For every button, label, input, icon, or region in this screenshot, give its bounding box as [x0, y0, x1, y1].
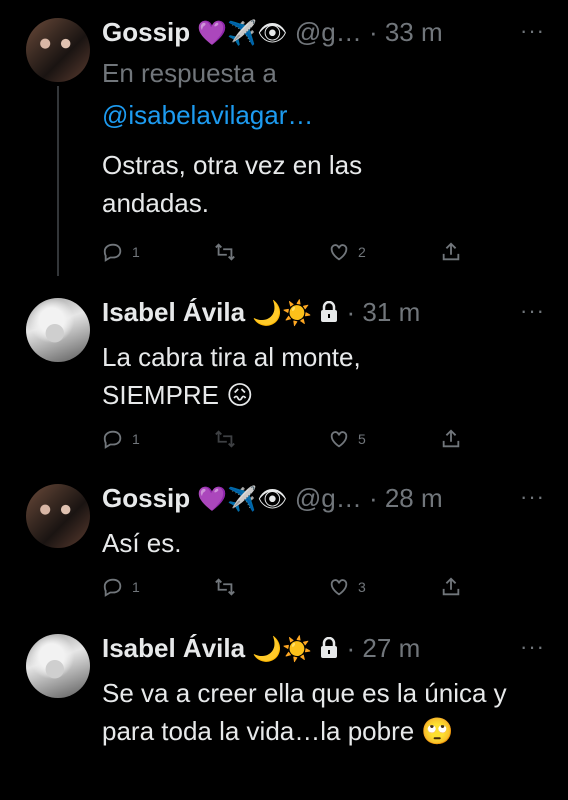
- share-icon: [442, 577, 460, 596]
- like-count: 2: [358, 244, 366, 260]
- reply-mention-link[interactable]: @isabelavilagar…: [102, 100, 313, 130]
- tweet-text: Así es.: [102, 528, 182, 558]
- avatar[interactable]: [26, 484, 90, 548]
- retweet-icon: [215, 430, 235, 448]
- tweet-header: Isabel Ávila 🌙☀️ · 27 m: [102, 633, 528, 665]
- tweet-header: Isabel Ávila 🌙☀️ · 31 m: [102, 297, 528, 329]
- share-icon: [442, 242, 460, 261]
- display-name[interactable]: Isabel Ávila: [102, 633, 245, 663]
- handle[interactable]: @g…: [295, 483, 362, 513]
- retweet-icon: [215, 578, 235, 596]
- avatar[interactable]: [26, 298, 90, 362]
- action-bar: 1 3: [102, 576, 462, 600]
- tweet-3[interactable]: Gossip 💜✈️👁 @g… · 28 m ··· Así es. 1 3: [0, 466, 568, 616]
- heart-icon: [330, 431, 348, 448]
- reply-button[interactable]: 1: [102, 428, 140, 450]
- like-button[interactable]: 2: [328, 241, 366, 263]
- action-bar: 1 2: [102, 241, 462, 265]
- heart-icon: [330, 579, 348, 596]
- tweet-header: Gossip 💜✈️👁 @g… · 28 m: [102, 483, 528, 515]
- tweet-1[interactable]: Gossip 💜✈️👁 @g… · 33 m ··· En respuesta …: [0, 0, 568, 280]
- tweet-text: Ostras, otra vez en las andadas.: [102, 150, 363, 218]
- avatar[interactable]: [26, 634, 90, 698]
- action-bar: 1 5: [102, 428, 462, 452]
- reply-button[interactable]: 1: [102, 576, 140, 598]
- retweet-icon: [215, 243, 235, 261]
- reply-button[interactable]: 1: [102, 241, 140, 263]
- reply-count: 1: [132, 579, 140, 595]
- reply-icon: [103, 430, 122, 449]
- timestamp[interactable]: · 27 m: [347, 633, 421, 663]
- more-options-icon[interactable]: ···: [520, 634, 545, 660]
- tweet-text: La cabra tira al monte, SIEMPRE 😖: [102, 342, 361, 410]
- like-count: 3: [358, 579, 366, 595]
- name-emojis: 🌙☀️: [252, 636, 313, 664]
- retweet-button[interactable]: [214, 576, 244, 598]
- display-name[interactable]: Gossip: [102, 17, 190, 47]
- thread-line: [57, 86, 59, 276]
- timestamp[interactable]: · 28 m: [369, 483, 443, 513]
- name-emojis: 💜✈️👁: [197, 486, 288, 514]
- more-options-icon[interactable]: ···: [520, 18, 545, 44]
- tweet-2[interactable]: Isabel Ávila 🌙☀️ · 31 m ··· La cabra tir…: [0, 280, 568, 466]
- timestamp[interactable]: · 31 m: [347, 297, 421, 327]
- name-emojis: 🌙☀️: [252, 300, 313, 328]
- tweet-text: Se va a creer ella que es la única y par…: [102, 678, 507, 746]
- like-button[interactable]: 3: [328, 576, 366, 598]
- lock-icon: [319, 635, 339, 665]
- like-count: 5: [358, 431, 366, 447]
- share-button[interactable]: [440, 576, 462, 598]
- like-button[interactable]: 5: [328, 428, 366, 450]
- handle[interactable]: @g…: [295, 17, 362, 47]
- heart-icon: [330, 244, 348, 261]
- retweet-button[interactable]: [214, 241, 244, 263]
- more-options-icon[interactable]: ···: [520, 484, 545, 510]
- reply-context: En respuesta a @isabelavilagar…: [102, 58, 313, 130]
- share-button[interactable]: [440, 241, 462, 263]
- tweet-4[interactable]: Isabel Ávila 🌙☀️ · 27 m ··· Se va a cree…: [0, 616, 568, 800]
- display-name[interactable]: Isabel Ávila: [102, 297, 245, 327]
- share-icon: [442, 429, 460, 448]
- display-name[interactable]: Gossip: [102, 483, 190, 513]
- name-emojis: 💜✈️👁: [197, 20, 288, 48]
- reply-label: En respuesta a: [102, 58, 277, 88]
- lock-icon: [319, 299, 339, 329]
- reply-icon: [103, 243, 122, 262]
- timestamp[interactable]: · 33 m: [369, 17, 443, 47]
- tweet-header: Gossip 💜✈️👁 @g… · 33 m: [102, 17, 528, 49]
- reply-icon: [103, 578, 122, 597]
- retweet-button[interactable]: [214, 428, 244, 450]
- reply-count: 1: [132, 244, 140, 260]
- reply-count: 1: [132, 431, 140, 447]
- share-button[interactable]: [440, 428, 462, 450]
- more-options-icon[interactable]: ···: [520, 298, 545, 324]
- avatar[interactable]: [26, 18, 90, 82]
